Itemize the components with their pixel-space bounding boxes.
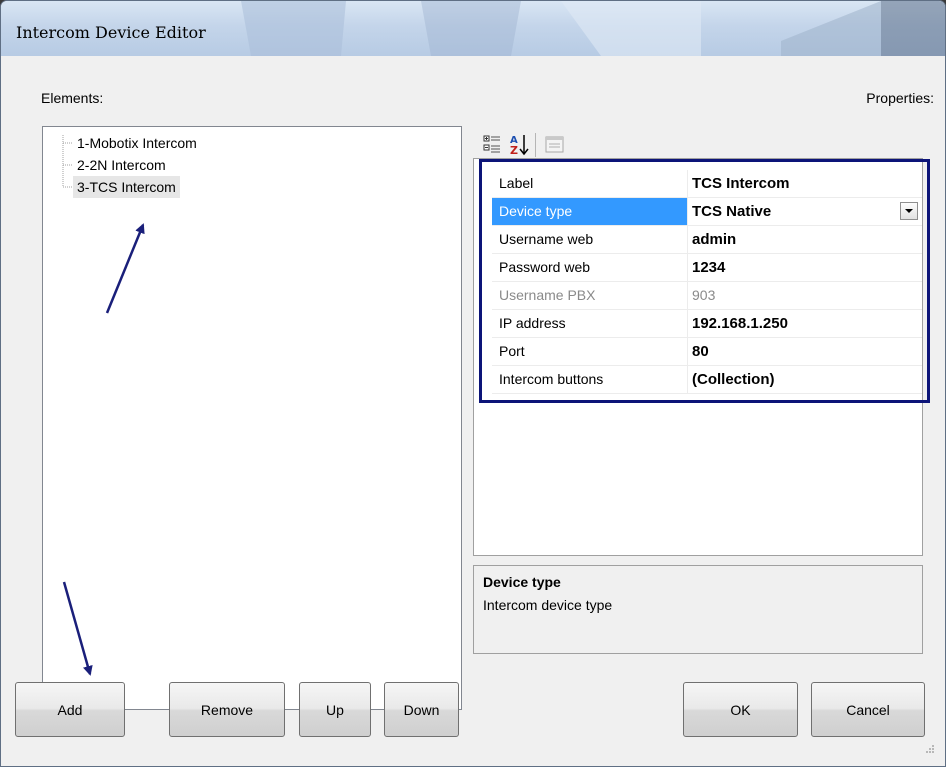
property-row-label[interactable]: Label TCS Intercom (492, 170, 922, 198)
property-row-username-web[interactable]: Username web admin (492, 226, 922, 254)
help-description: Intercom device type (483, 597, 613, 613)
down-button[interactable]: Down (384, 682, 459, 737)
property-description-pane: Device type Intercom device type (473, 565, 923, 654)
up-button[interactable]: Up (299, 682, 371, 737)
property-value[interactable]: 1234 (692, 254, 725, 281)
property-row-device-type[interactable]: Device type TCS Native (492, 198, 922, 226)
property-value: 903 (692, 287, 716, 303)
property-grid-toolbar: A Z (481, 132, 601, 160)
property-name: Device type (492, 198, 688, 225)
property-name: IP address (492, 310, 688, 337)
elements-label: Elements: (41, 90, 104, 106)
tree-item-tcs-intercom[interactable]: 3-TCS Intercom (73, 176, 180, 198)
property-name: Username PBX (492, 282, 688, 309)
add-button[interactable]: Add (15, 682, 125, 737)
intercom-device-editor-window: Intercom Device Editor Elements: Propert… (0, 0, 946, 767)
property-value[interactable]: 192.168.1.250 (692, 310, 788, 337)
property-row-password-web[interactable]: Password web 1234 (492, 254, 922, 282)
categorized-icon[interactable] (481, 132, 503, 158)
property-row-intercom-buttons[interactable]: Intercom buttons (Collection) (492, 366, 922, 394)
tree-item-mobotix-intercom[interactable]: 1-Mobotix Intercom (73, 132, 201, 154)
help-title: Device type (483, 574, 561, 590)
elements-tree[interactable]: 1-Mobotix Intercom 2-2N Intercom 3-TCS I… (42, 126, 462, 710)
property-value[interactable]: 80 (692, 338, 709, 365)
property-name: Port (492, 338, 688, 365)
property-name: Intercom buttons (492, 366, 688, 393)
property-value[interactable]: admin (692, 226, 736, 253)
tree-connector-lines (62, 135, 73, 188)
property-value[interactable]: (Collection) (692, 366, 775, 393)
property-pages-icon[interactable] (543, 132, 567, 158)
properties-label: Properties: (866, 90, 934, 106)
property-name: Label (492, 170, 688, 197)
alphabetical-sort-icon[interactable]: A Z (507, 132, 533, 158)
chevron-down-icon (905, 209, 913, 213)
device-type-dropdown-button[interactable] (900, 202, 918, 220)
property-name: Password web (492, 254, 688, 281)
svg-text:Z: Z (510, 144, 518, 157)
ok-button[interactable]: OK (683, 682, 798, 737)
tree-item-2n-intercom[interactable]: 2-2N Intercom (73, 154, 170, 176)
property-value[interactable]: TCS Native (692, 198, 771, 225)
dialog-client-area: Elements: Properties: 1-Mobotix Intercom… (9, 56, 937, 758)
cancel-button[interactable]: Cancel (811, 682, 925, 737)
property-row-port[interactable]: Port 80 (492, 338, 922, 366)
remove-button[interactable]: Remove (169, 682, 285, 737)
title-bar[interactable]: Intercom Device Editor (1, 1, 945, 56)
property-row-username-pbx: Username PBX 903 (492, 282, 922, 310)
toolbar-separator (535, 133, 536, 157)
window-title: Intercom Device Editor (16, 23, 206, 42)
property-name: Username web (492, 226, 688, 253)
property-value[interactable]: TCS Intercom (692, 170, 790, 197)
resize-grip-icon[interactable] (923, 744, 935, 756)
property-row-ip-address[interactable]: IP address 192.168.1.250 (492, 310, 922, 338)
